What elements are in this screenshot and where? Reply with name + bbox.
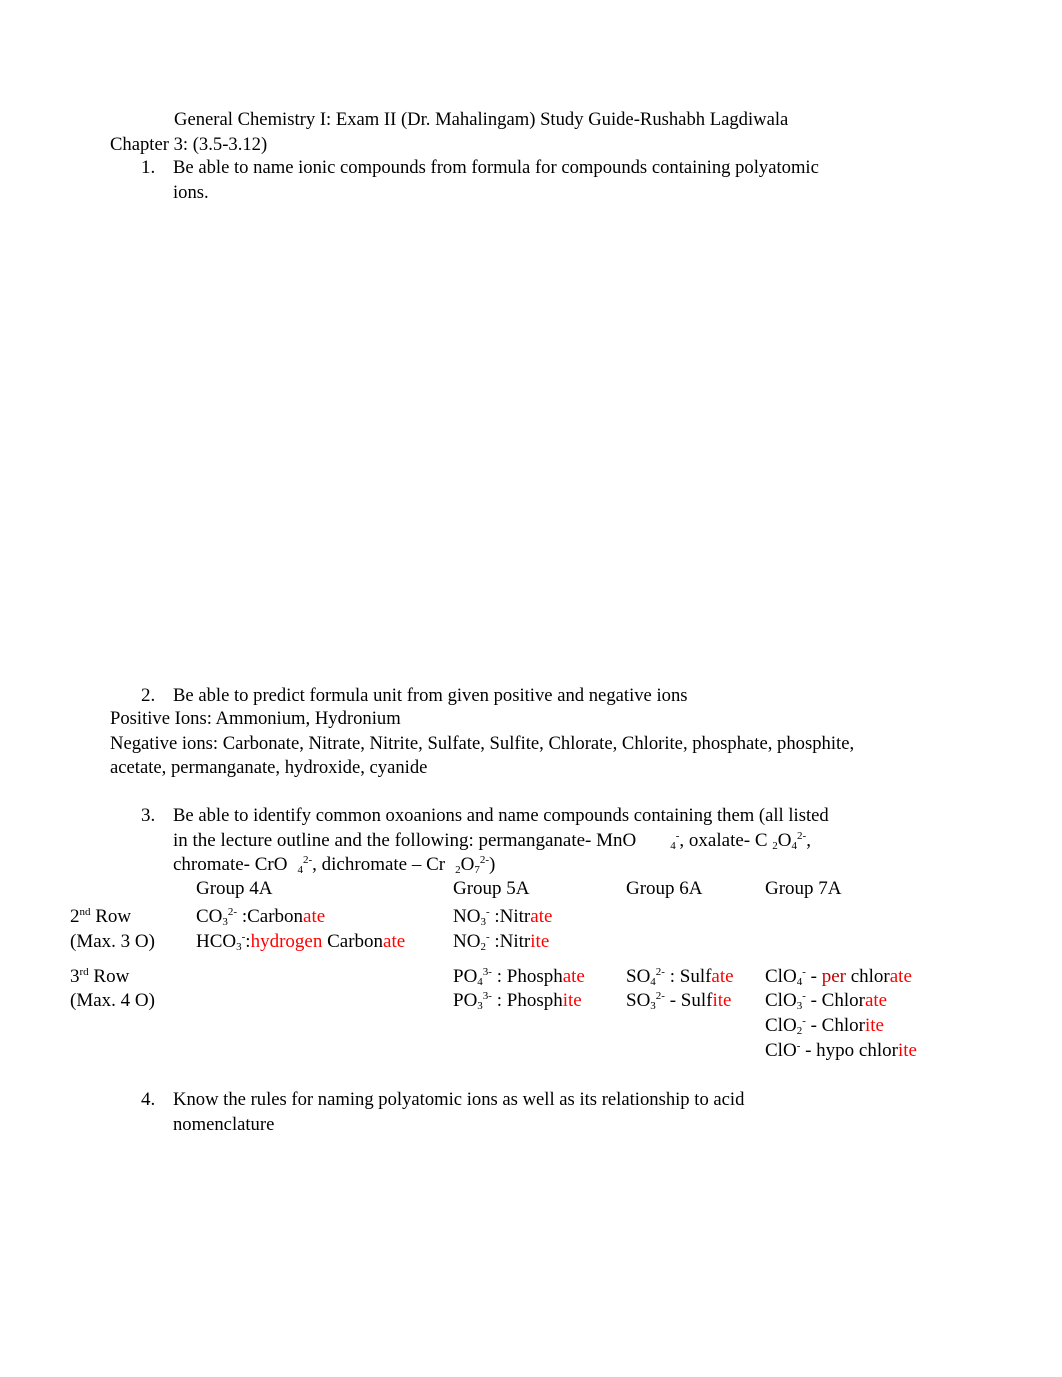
negative-ions-line2: acetate, permanganate, hydroxide, cyanid… bbox=[110, 757, 428, 778]
list-text: nomenclature bbox=[173, 1114, 275, 1135]
list-text: Be able to predict formula unit from giv… bbox=[173, 685, 688, 706]
list-number: 3. bbox=[141, 805, 156, 826]
chapter-heading: Chapter 3: (3.5-3.12) bbox=[110, 134, 268, 155]
column-header: Group 4A bbox=[196, 878, 273, 899]
ion-hypochlorite: ClO- - hypo chlorite bbox=[765, 1040, 917, 1061]
row-label-2nd-max: (Max. 3 O) bbox=[70, 931, 155, 952]
list-text: Be able to name ionic compounds from for… bbox=[173, 157, 819, 178]
column-header: Group 5A bbox=[453, 878, 530, 899]
ion-nitrite: NO2- :Nitrite bbox=[453, 931, 550, 953]
list-text: Be able to identify common oxoanions and… bbox=[173, 805, 829, 826]
ion-chlorate: ClO3- - Chlorate bbox=[765, 990, 888, 1012]
ion-phosphite: PO33- : Phosphite bbox=[453, 990, 582, 1012]
row-label-2nd: 2nd Row bbox=[70, 906, 132, 927]
ion-nitrate: NO3- :Nitrate bbox=[453, 906, 553, 928]
list-text-line3: chromate- CrO 42-, dichromate – Cr 2O72-) bbox=[173, 854, 496, 876]
positive-ions: Positive Ions: Ammonium, Hydronium bbox=[110, 708, 401, 729]
list-number: 1. bbox=[141, 157, 156, 178]
ion-perchlorate: ClO4- - per chlorate bbox=[765, 966, 912, 988]
negative-ions-line1: Negative ions: Carbonate, Nitrate, Nitri… bbox=[110, 733, 855, 754]
ion-sulfite: SO32- - Sulfite bbox=[626, 990, 732, 1012]
list-number: 4. bbox=[141, 1089, 156, 1110]
list-text: Know the rules for naming polyatomic ion… bbox=[173, 1089, 745, 1110]
list-number: 2. bbox=[141, 685, 156, 706]
row-label-3rd-max: (Max. 4 O) bbox=[70, 990, 155, 1011]
column-header: Group 7A bbox=[765, 878, 842, 899]
list-text-line2: in the lecture outline and the following… bbox=[173, 830, 811, 852]
document-title: General Chemistry I: Exam II (Dr. Mahali… bbox=[174, 109, 789, 130]
ion-carbonate: CO32- :Carbonate bbox=[196, 906, 326, 928]
column-header: Group 6A bbox=[626, 878, 703, 899]
list-text: ions. bbox=[173, 182, 209, 203]
ion-chlorite: ClO2- - Chlorite bbox=[765, 1015, 884, 1037]
ion-sulfate: SO42- : Sulfate bbox=[626, 966, 734, 988]
row-label-3rd: 3rd Row bbox=[70, 966, 130, 987]
ion-hydrogen-carbonate: HCO3-:hydrogen Carbonate bbox=[196, 931, 406, 953]
ion-phosphate: PO43- : Phosphate bbox=[453, 966, 585, 988]
